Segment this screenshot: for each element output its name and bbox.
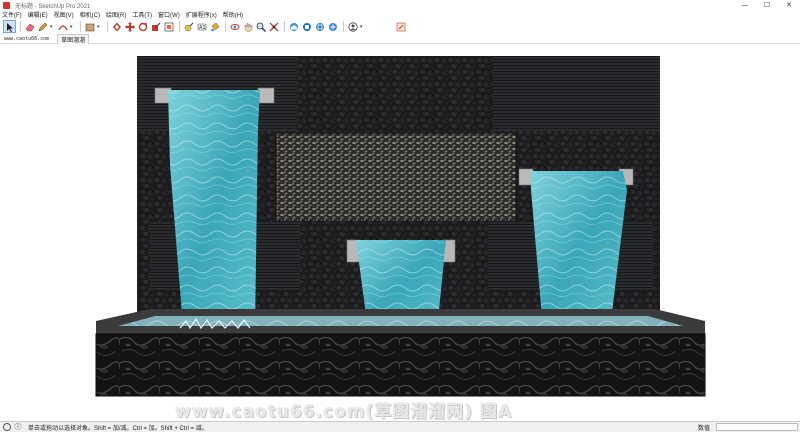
zoom-icon [256,22,266,32]
measurements-label: 数值 [698,424,711,432]
layout-icon [315,22,324,31]
pan-tool-button[interactable] [242,21,253,32]
zoom-extents-icon [269,22,278,31]
status-bar: ⓘ 单击或拖动以选择对象。Shift = 加/减。Ctrl = 加。Shift … [0,421,800,432]
menu-extensions[interactable]: 扩展程序(x) [186,10,217,19]
zoom-tool-button[interactable] [255,21,266,32]
menu-tools[interactable]: 工具(T) [132,10,152,19]
pencil-dropdown-arrow[interactable]: ▾ [50,24,55,30]
tape-icon [184,22,193,31]
text-icon: A1 [197,23,206,31]
rectangle-tool-button[interactable] [84,21,95,32]
menu-view[interactable]: 视图(V) [54,10,74,19]
toolbar-separator [284,21,285,32]
extension-warehouse-icon [302,22,311,31]
waterfall-left-ripples [168,90,260,327]
pan-icon [244,22,252,32]
extension-manager-button[interactable] [327,21,338,32]
corner-watermark: www.caotu66.com [4,35,50,42]
user-account-icon [347,21,358,32]
status-hint: 单击或拖动以选择对象。Shift = 加/减。Ctrl = 加。Shift + … [28,425,208,432]
drawing-viewport[interactable] [0,45,800,420]
menu-draw[interactable]: 绘图(R) [106,10,126,19]
scene-tabs-bar: www.caotu66.com 草图溜溜 [0,33,800,44]
rectangle-dropdown-arrow[interactable]: ▾ [97,24,102,30]
toolbar-separator [20,21,21,32]
fountain-wall-model [95,56,706,397]
menu-camera[interactable]: 相机(C) [80,10,100,19]
zoom-extents-tool-button[interactable] [268,21,279,32]
pushpull-tool-button[interactable] [111,21,122,32]
paint-tool-button[interactable] [209,21,220,32]
waterfall-right-ripples [531,171,627,329]
window-title: 无标题 - SketchUp Pro 2021 [15,3,91,10]
sketchup-logo-icon [3,1,10,9]
geo-location-icon[interactable] [3,423,11,431]
svg-text:A1: A1 [199,25,206,31]
scene-tab[interactable]: 草图溜溜 [57,33,90,44]
site-watermark: www.caotu66.com(草图溜溜网) 图A [175,402,513,422]
menu-window[interactable]: 窗口(W) [158,10,180,19]
menu-help[interactable]: 帮助(H) [223,10,243,19]
layout-button[interactable] [314,21,325,32]
offset-icon [164,22,173,31]
select-icon [6,22,13,32]
warehouse-icon [289,22,298,31]
maximize-button[interactable]: ☐ [756,0,778,10]
close-button[interactable]: ✕ [778,0,800,10]
basin-water-ripples [118,316,683,326]
toolbar-separator [343,21,344,32]
measurements-input[interactable] [716,423,798,431]
toolbar-separator [107,21,108,32]
toolbar-separator [80,21,81,32]
extension-manager-icon [328,22,337,31]
menu-file[interactable]: 文件(F) [2,10,22,19]
orbit-icon [230,23,239,30]
basin-front [95,333,706,397]
select-tool-button[interactable] [3,20,16,33]
arc-dropdown-arrow[interactable]: ▾ [70,24,75,30]
striped-panel [493,56,660,131]
spout-left-cap [518,168,534,186]
orbit-tool-button[interactable] [229,21,240,32]
user-account-dropdown-arrow[interactable]: ▾ [360,24,365,30]
user-account-button[interactable] [347,21,358,32]
edit-icon [396,22,405,31]
paint-icon [210,22,219,31]
minimize-button[interactable]: — [734,0,756,10]
menu-bar: 文件(F) 编辑(E) 视图(V) 相机(C) 绘图(R) 工具(T) 窗口(W… [0,10,800,19]
extension-warehouse-button[interactable] [301,21,312,32]
arc-tool-button[interactable] [57,21,68,32]
eraser-tool-button[interactable] [24,21,35,32]
pencil-tool-button[interactable] [37,21,48,32]
move-tool-button[interactable] [124,21,135,32]
rotate-icon [138,22,147,31]
pencil-icon [38,22,47,31]
rotate-tool-button[interactable] [137,21,148,32]
scale-icon [151,22,160,31]
tape-tool-button[interactable] [183,21,194,32]
main-toolbar: ▾ ▾ ▾ A1 ▾ [0,19,800,34]
toolbar-separator [179,21,180,32]
warehouse-button[interactable] [288,21,299,32]
arc-icon [57,24,68,30]
text-tool-button[interactable]: A1 [196,21,207,32]
offset-tool-button[interactable] [163,21,174,32]
edit-button[interactable] [395,21,406,32]
toolbar-separator [225,21,226,32]
instructor-icon[interactable]: ⓘ [14,423,22,431]
move-icon [124,21,135,32]
rectangle-icon [85,23,94,31]
scale-tool-button[interactable] [150,21,161,32]
title-bar: 无标题 - SketchUp Pro 2021 — ☐ ✕ [0,0,800,10]
gabion-panel [275,132,517,222]
pushpull-icon [112,22,121,31]
eraser-icon [25,23,34,31]
spout-right-cap [257,87,275,104]
menu-edit[interactable]: 编辑(E) [28,10,48,19]
window-controls: — ☐ ✕ [734,0,800,10]
